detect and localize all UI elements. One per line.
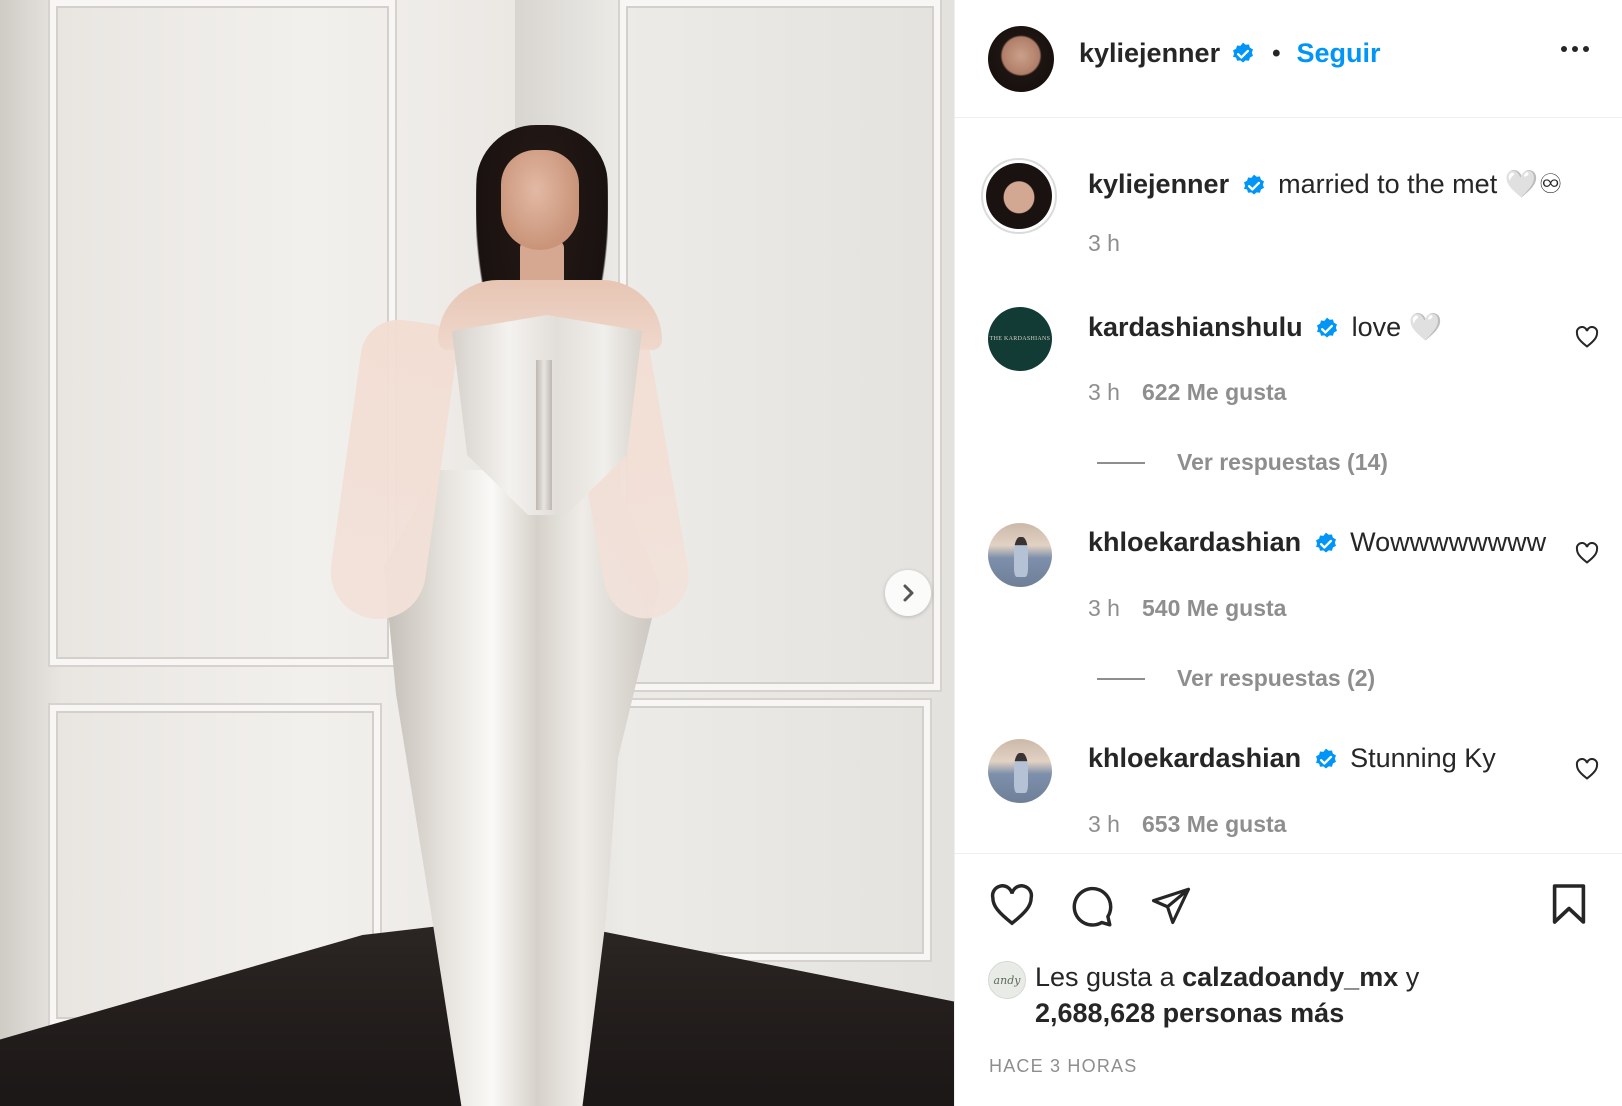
more-options-icon[interactable] [1561, 46, 1589, 52]
comment-time[interactable]: 3 h [1088, 811, 1120, 837]
send-icon[interactable] [1149, 884, 1193, 926]
post-photo[interactable] [0, 0, 954, 1106]
verified-badge-icon [1315, 532, 1336, 553]
comment-time[interactable]: 3 h [1088, 595, 1120, 621]
replies-divider [1097, 677, 1145, 680]
follow-button[interactable]: Seguir [1296, 38, 1380, 69]
photo-face [501, 150, 579, 250]
comment-username[interactable]: kardashianshulu [1088, 312, 1303, 342]
photo-corset-busk [536, 360, 552, 510]
view-replies-button[interactable]: Ver respuestas (2) [1097, 665, 1375, 692]
verified-badge-icon [1233, 42, 1254, 63]
heart-icon[interactable] [989, 883, 1035, 927]
comment-text: Stunning Ky [1350, 743, 1496, 773]
comment-text: Wowwwwwwww [1350, 527, 1547, 557]
comment-meta: 3 h 622 Me gusta [1088, 379, 1286, 406]
author-avatar[interactable] [988, 26, 1054, 92]
post-side-panel: kyliejenner • Seguir kyliejenner married… [954, 0, 1622, 1106]
liked-conjunction: y [1405, 962, 1420, 992]
comment-icon[interactable] [1068, 883, 1114, 929]
comment-text-row: khloekardashian Stunning Ky [1088, 743, 1496, 774]
caption-time[interactable]: 3 h [1088, 230, 1120, 256]
author-username[interactable]: kyliejenner [1079, 38, 1220, 69]
comment-text-row: khloekardashian Wowwwwwwww [1088, 527, 1546, 558]
caption-avatar[interactable] [981, 158, 1057, 234]
comment-likes[interactable]: 540 Me gusta [1142, 595, 1286, 621]
comment-username[interactable]: khloekardashian [1088, 743, 1301, 773]
replies-divider [1097, 461, 1145, 464]
heart-icon[interactable] [1575, 758, 1599, 780]
heart-icon[interactable] [1575, 326, 1599, 348]
caption-text-row: kyliejenner married to the met 🤍♾ [1088, 168, 1563, 200]
comment-avatar[interactable] [988, 523, 1052, 587]
post-timestamp[interactable]: HACE 3 HORAS [989, 1056, 1137, 1077]
andy-avatar-text: andy [993, 973, 1021, 987]
view-replies-button[interactable]: Ver respuestas (14) [1097, 449, 1388, 476]
comment-avatar[interactable] [988, 739, 1052, 803]
next-photo-button[interactable] [885, 570, 931, 616]
caption-text: married to the met 🤍♾ [1278, 169, 1563, 199]
comment-avatar[interactable]: THE KARDASHIANS [988, 307, 1052, 371]
liked-by-username[interactable]: calzadoandy_mx [1182, 962, 1398, 992]
liked-prefix: Les gusta a [1035, 962, 1175, 992]
bookmark-icon[interactable] [1551, 882, 1587, 926]
liked-by-text: Les gusta a calzadoandy_mx y 2,688,628 p… [1035, 959, 1419, 1031]
caption-username[interactable]: kyliejenner [1088, 169, 1229, 199]
header-separator: • [1272, 39, 1281, 67]
comment-meta: 3 h 540 Me gusta [1088, 595, 1286, 622]
verified-badge-icon [1315, 748, 1336, 769]
post-header: kyliejenner • Seguir [955, 0, 1622, 118]
verified-badge-icon [1317, 317, 1338, 338]
view-replies-label: Ver respuestas (2) [1177, 665, 1376, 691]
heart-icon[interactable] [1575, 542, 1599, 564]
post-actions-section: andy Les gusta a calzadoandy_mx y 2,688,… [955, 853, 1622, 1106]
hulu-avatar-text: THE KARDASHIANS [989, 336, 1051, 342]
comment-meta: 3 h 653 Me gusta [1088, 811, 1286, 838]
liked-by-others-link[interactable]: 2,688,628 personas más [1035, 998, 1344, 1028]
comment-text: love 🤍 [1351, 312, 1443, 342]
liked-by-avatar[interactable]: andy [988, 961, 1026, 999]
comment-username[interactable]: khloekardashian [1088, 527, 1301, 557]
comment-likes[interactable]: 622 Me gusta [1142, 379, 1286, 405]
comment-time[interactable]: 3 h [1088, 379, 1120, 405]
chevron-right-icon [903, 584, 914, 602]
view-replies-label: Ver respuestas (14) [1177, 449, 1388, 475]
comment-likes[interactable]: 653 Me gusta [1142, 811, 1286, 837]
caption-meta: 3 h [1088, 230, 1120, 257]
verified-badge-icon [1243, 174, 1264, 195]
comment-text-row: kardashianshulu love 🤍 [1088, 311, 1442, 343]
